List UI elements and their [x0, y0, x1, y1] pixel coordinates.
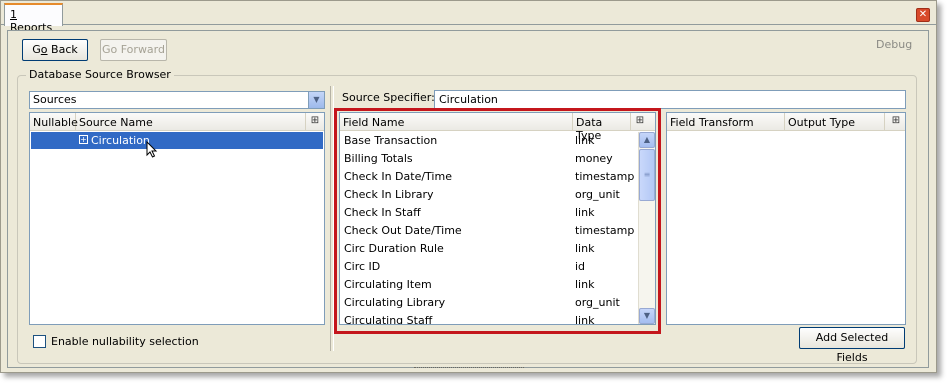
- field-transform-table: Field Transform Output Type ⊞: [666, 112, 906, 325]
- sources-combo-value: Sources: [33, 93, 77, 106]
- go-forward-button[interactable]: Go Forward: [100, 39, 167, 61]
- column-picker-icon[interactable]: ⊞: [890, 115, 902, 127]
- annotation-highlight-box: [334, 108, 661, 334]
- nullability-checkbox-label[interactable]: Enable nullability selection: [51, 335, 199, 348]
- column-header-source-name[interactable]: Source Name: [76, 113, 306, 131]
- expand-icon[interactable]: +: [79, 135, 88, 144]
- chevron-down-icon[interactable]: ▼: [308, 92, 324, 108]
- resize-grip[interactable]: [414, 367, 524, 372]
- close-icon[interactable]: ✕: [916, 8, 930, 22]
- source-specifier-field[interactable]: Circulation: [434, 90, 906, 109]
- group-title: Database Source Browser: [26, 68, 174, 81]
- tab-reports[interactable]: 1 Reports: [4, 3, 63, 34]
- nullability-checkbox[interactable]: [33, 335, 46, 348]
- go-back-button[interactable]: Go Back: [22, 39, 88, 61]
- source-tree-header: Nullable Source Name ⊞: [30, 113, 324, 131]
- column-header-output-type[interactable]: Output Type: [785, 113, 885, 131]
- debug-label: Debug: [876, 38, 913, 51]
- column-header-nullable[interactable]: Nullable: [30, 113, 78, 131]
- column-header-field-transform[interactable]: Field Transform: [667, 113, 785, 131]
- mouse-cursor-icon: [146, 141, 158, 158]
- source-tree-table: Nullable Source Name ⊞ + Circulation: [29, 112, 325, 325]
- tab-strip: 1 Reports: [1, 1, 936, 34]
- add-selected-fields-button[interactable]: Add Selected Fields: [799, 327, 905, 364]
- field-transform-header: Field Transform Output Type ⊞: [667, 113, 905, 131]
- tree-label: Circulation: [91, 134, 150, 147]
- column-picker-icon[interactable]: ⊞: [309, 115, 321, 127]
- tree-row-circulation[interactable]: + Circulation: [31, 132, 323, 149]
- source-specifier-label: Source Specifier:: [342, 91, 435, 104]
- sources-combo[interactable]: Sources ▼: [29, 91, 325, 109]
